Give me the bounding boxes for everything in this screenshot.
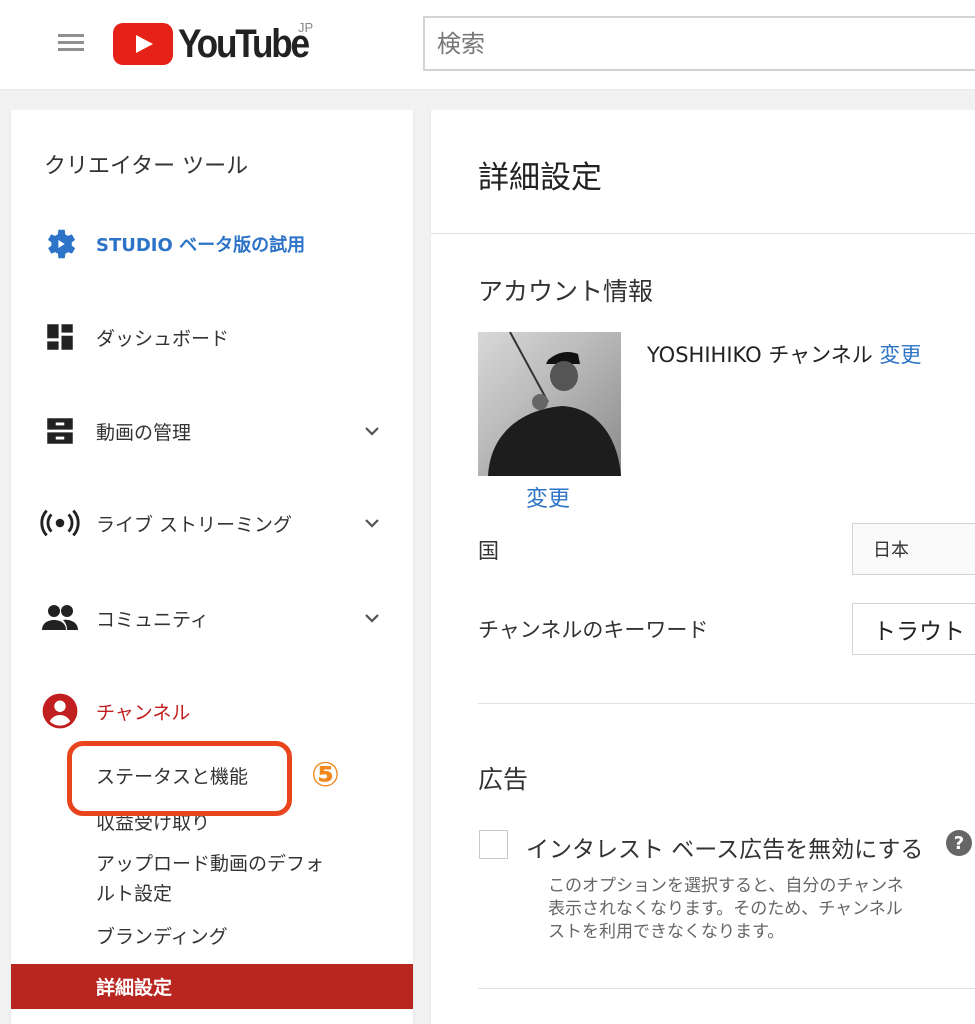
sidebar-item-video-manager[interactable]: 動画の管理 bbox=[11, 409, 413, 453]
help-icon[interactable]: ? bbox=[946, 830, 972, 856]
search-input[interactable] bbox=[425, 18, 975, 69]
youtube-logo[interactable]: YouTube bbox=[113, 20, 326, 68]
video-manager-icon bbox=[40, 411, 80, 451]
ads-description-line: ストを利用できなくなります。 bbox=[548, 922, 785, 942]
sidebar-item-studio-beta[interactable]: STUDIO ベータ版の試用 bbox=[11, 222, 413, 266]
chevron-down-icon[interactable] bbox=[363, 514, 381, 532]
sidebar-item-label: コミュニティ bbox=[96, 608, 209, 631]
sidebar-item-dashboard[interactable]: ダッシュボード bbox=[11, 315, 413, 359]
hamburger-menu-icon[interactable] bbox=[58, 34, 84, 54]
sidebar-item-community[interactable]: コミュニティ bbox=[11, 596, 413, 640]
channel-avatar bbox=[478, 332, 621, 476]
sub-item-branding[interactable]: ブランディング bbox=[96, 922, 228, 953]
sidebar-item-live-streaming[interactable]: ライブ ストリーミング bbox=[11, 501, 413, 545]
annotation-number: ⑤ bbox=[311, 755, 340, 795]
keywords-input[interactable]: トラウト bbox=[852, 603, 975, 655]
logo-region: JP bbox=[298, 20, 314, 35]
ads-description-line: 表示されなくなります。そのため、チャンネル bbox=[548, 899, 903, 919]
divider bbox=[478, 703, 975, 704]
ads-description-line: このオプションを選択すると、自分のチャンネ bbox=[548, 876, 904, 896]
play-icon bbox=[113, 23, 173, 65]
channel-name-row: YOSHIHIKO チャンネル 変更 bbox=[647, 339, 921, 369]
sub-item-upload-defaults[interactable]: アップロード動画のデフォ bbox=[96, 849, 324, 880]
search-box[interactable] bbox=[423, 16, 975, 71]
page-title: 詳細設定 bbox=[478, 160, 602, 196]
keywords-label: チャンネルのキーワード bbox=[478, 618, 709, 642]
sidebar-item-label: STUDIO ベータ版の試用 bbox=[96, 235, 306, 256]
sub-item-label: 詳細設定 bbox=[96, 977, 173, 999]
divider bbox=[431, 233, 975, 234]
sidebar-item-channel[interactable]: チャンネル bbox=[11, 689, 413, 733]
change-avatar-link[interactable]: 変更 bbox=[526, 481, 570, 513]
dashboard-icon bbox=[40, 317, 80, 357]
chevron-down-icon[interactable] bbox=[363, 609, 381, 627]
country-select[interactable]: 日本 bbox=[852, 523, 975, 575]
live-broadcast-icon bbox=[40, 503, 80, 543]
sidebar-item-label: 動画の管理 bbox=[96, 421, 192, 444]
country-label: 国 bbox=[478, 539, 499, 563]
account-circle-icon bbox=[40, 691, 80, 731]
ads-heading: 広告 bbox=[478, 765, 529, 794]
sidebar-item-label: ライブ ストリーミング bbox=[96, 513, 293, 536]
interest-ads-label[interactable]: インタレスト ベース広告を無効にする bbox=[526, 830, 923, 864]
annotation-highlight bbox=[67, 741, 292, 816]
advanced-settings-panel: 詳細設定 アカウント情報 YOSHIHIKO チャンネル 変更 変更 国 日本 … bbox=[431, 110, 975, 1024]
chevron-down-icon[interactable] bbox=[363, 422, 381, 440]
sidebar-item-label: チャンネル bbox=[96, 701, 191, 724]
sub-item-upload-defaults-cont[interactable]: ルト設定 bbox=[96, 879, 172, 910]
channel-name: YOSHIHIKO チャンネル bbox=[647, 343, 873, 367]
top-header: YouTube JP bbox=[0, 0, 975, 90]
logo-text: YouTube bbox=[178, 21, 310, 66]
sub-item-advanced-settings[interactable]: 詳細設定 bbox=[11, 964, 413, 1009]
gear-play-icon bbox=[40, 224, 80, 264]
sidebar-item-label: ダッシュボード bbox=[96, 327, 230, 350]
person-fishing-icon bbox=[488, 332, 621, 476]
creator-tools-sidebar: クリエイター ツール STUDIO ベータ版の試用 ダッシュボード 動画の管理 … bbox=[11, 110, 413, 1024]
sidebar-title: クリエイター ツール bbox=[44, 154, 249, 179]
interest-ads-checkbox[interactable] bbox=[479, 830, 508, 859]
divider bbox=[478, 988, 975, 989]
account-info-heading: アカウント情報 bbox=[478, 277, 654, 306]
people-icon bbox=[40, 598, 80, 638]
change-channel-name-link[interactable]: 変更 bbox=[879, 343, 921, 367]
